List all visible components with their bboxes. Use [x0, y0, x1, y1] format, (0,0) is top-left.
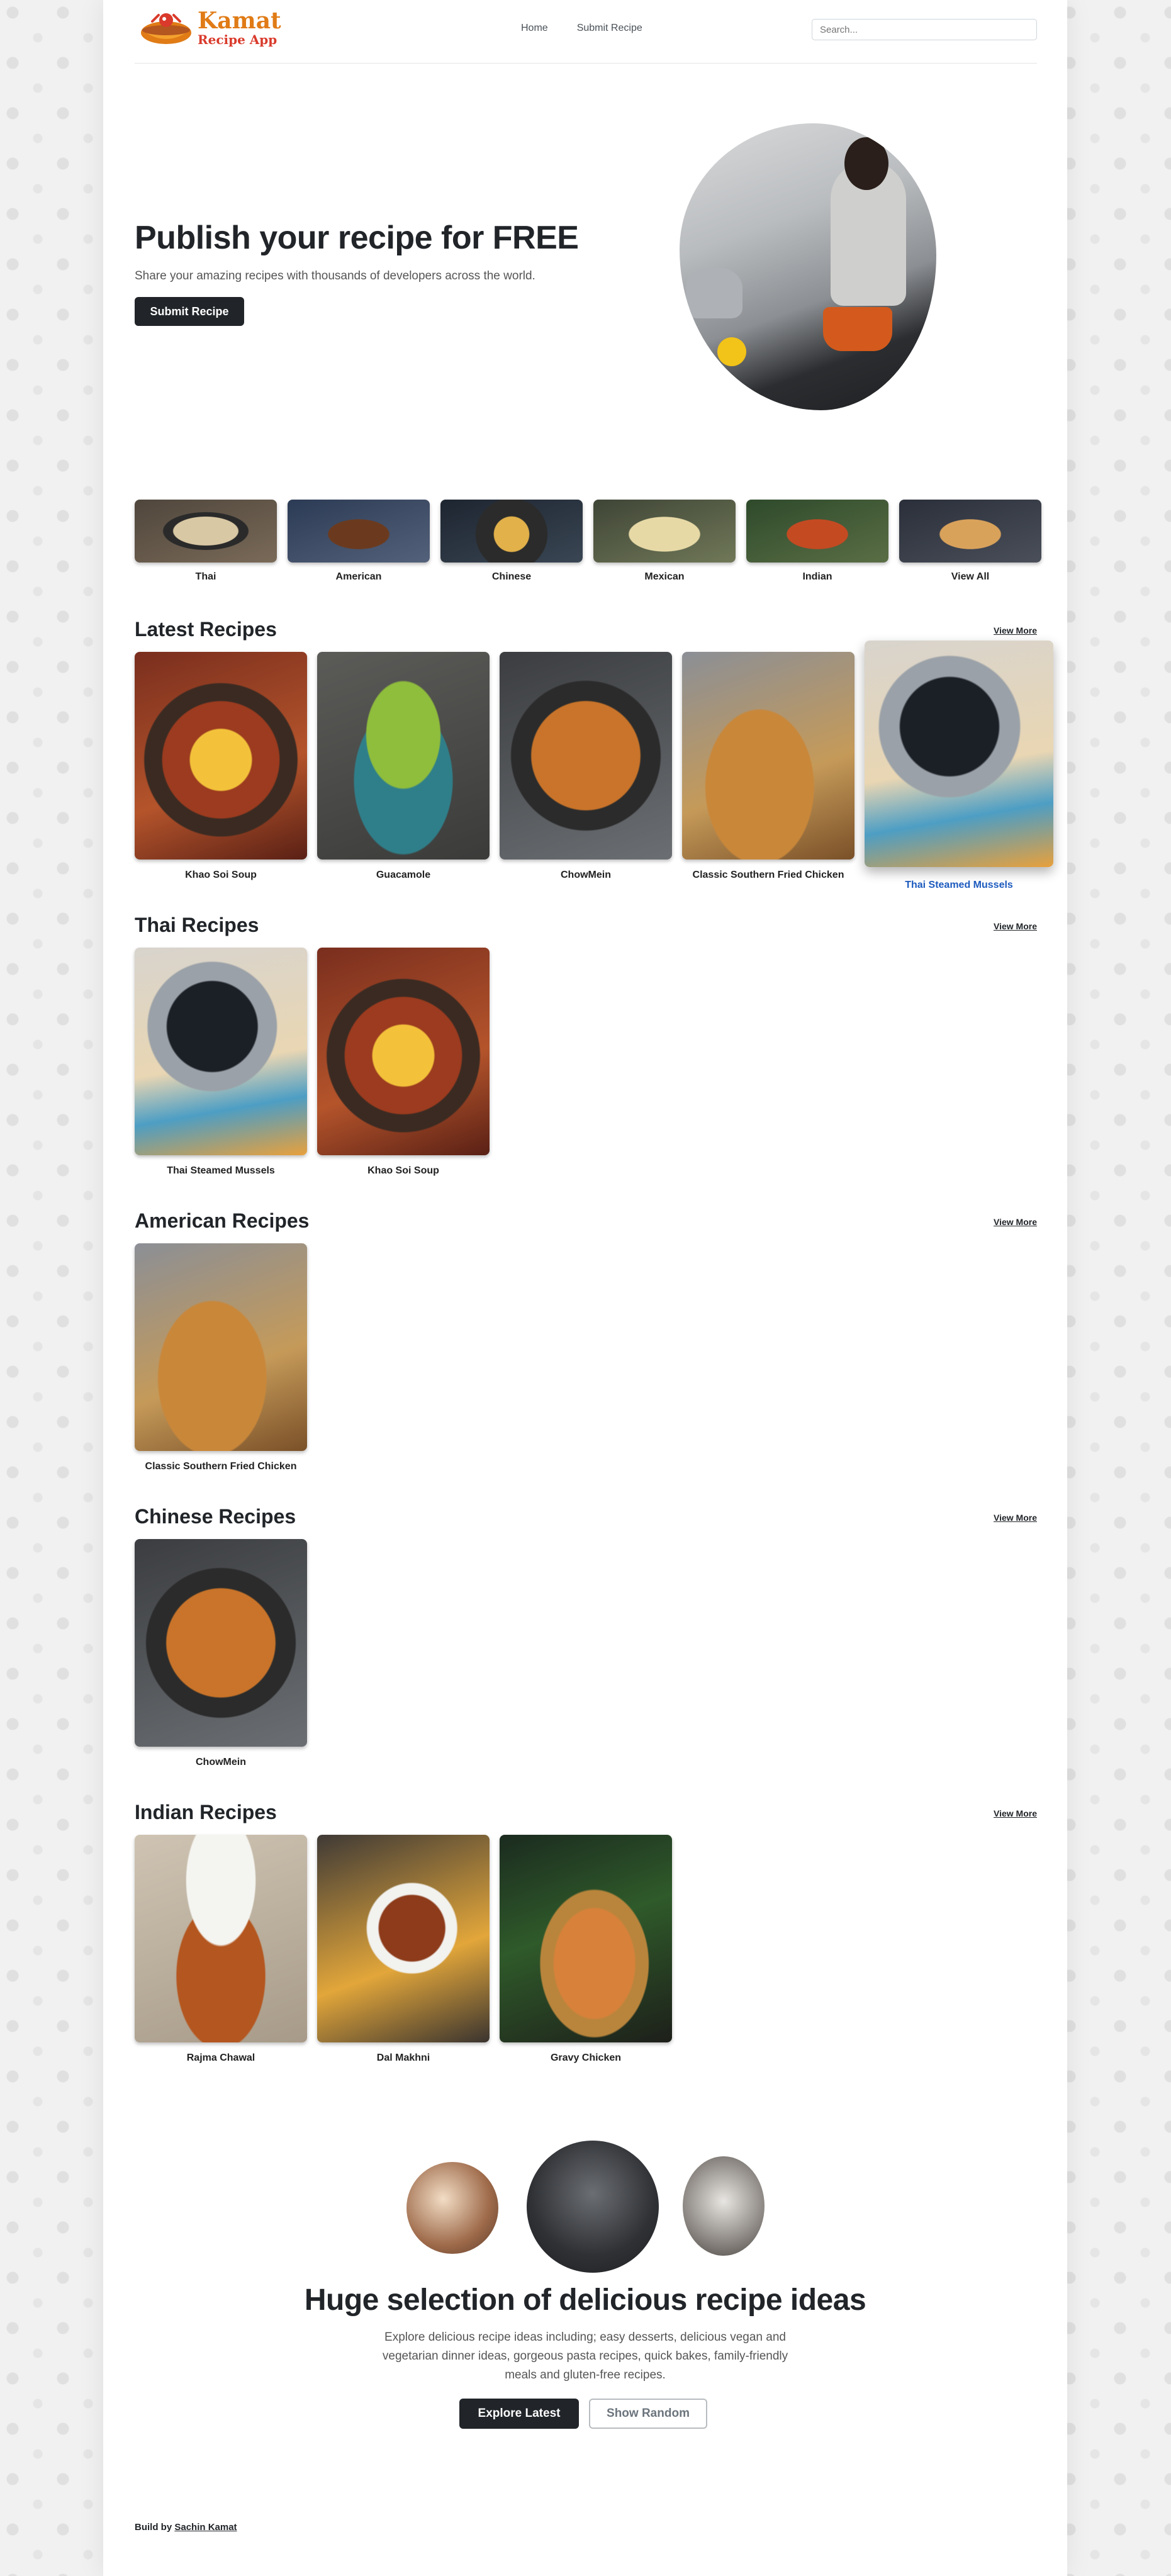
- author-link[interactable]: Sachin Kamat: [174, 2522, 237, 2533]
- recipe-image: [317, 1835, 490, 2042]
- recipe-title: Khao Soi Soup: [185, 870, 257, 880]
- view-more-chinese[interactable]: View More: [994, 1513, 1037, 1523]
- recipe-card[interactable]: Khao Soi Soup: [135, 652, 307, 891]
- promo-image-right: [683, 2156, 765, 2256]
- nav-submit-recipe[interactable]: Submit Recipe: [577, 23, 642, 34]
- recipe-title: ChowMein: [196, 1757, 246, 1767]
- recipe-title: Dal Makhni: [376, 2052, 430, 2063]
- explore-latest-button[interactable]: Explore Latest: [459, 2399, 579, 2429]
- recipe-title: Gravy Chicken: [550, 2052, 622, 2063]
- section-title-indian: Indian Recipes: [135, 1801, 277, 1823]
- site-header: Kamat Recipe App Home Submit Recipe: [135, 0, 1037, 64]
- category-thai[interactable]: Thai: [135, 500, 277, 583]
- show-random-button[interactable]: Show Random: [589, 2399, 707, 2429]
- recipe-title: Khao Soi Soup: [367, 1165, 439, 1176]
- category-american[interactable]: American: [288, 500, 430, 583]
- recipe-title: Thai Steamed Mussels: [167, 1165, 275, 1176]
- recipe-title: Classic Southern Fried Chicken: [145, 1461, 297, 1472]
- recipe-title: ChowMein: [561, 870, 611, 880]
- promo-image-left: [406, 2162, 498, 2254]
- submit-recipe-button[interactable]: Submit Recipe: [135, 297, 244, 326]
- category-label: American: [335, 571, 382, 582]
- promo-text: Explore delicious recipe ideas including…: [382, 2331, 788, 2382]
- recipe-image: [135, 1243, 307, 1451]
- recipe-card[interactable]: Khao Soi Soup: [317, 948, 490, 1177]
- recipe-image: [682, 652, 854, 860]
- view-more-thai[interactable]: View More: [994, 921, 1037, 931]
- latest-recipes-row: Khao Soi Soup Guacamole ChowMein Classic…: [135, 641, 1053, 891]
- recipe-card[interactable]: Classic Southern Fried Chicken: [682, 652, 854, 891]
- category-view-all[interactable]: View All: [899, 500, 1041, 583]
- hero-cooking-image: [680, 123, 936, 410]
- indian-recipes-row: Rajma Chawal Dal Makhni Gravy Chicken: [135, 1835, 672, 2064]
- recipe-card[interactable]: Gravy Chicken: [500, 1835, 672, 2064]
- recipe-card[interactable]: ChowMein: [500, 652, 672, 891]
- footer-prefix: Build by: [135, 2522, 172, 2533]
- logo-bowl-icon: [135, 8, 198, 49]
- logo-title: Kamat: [198, 8, 281, 34]
- section-title-latest: Latest Recipes: [135, 618, 277, 641]
- view-more-american[interactable]: View More: [994, 1217, 1037, 1227]
- category-label: Thai: [195, 571, 216, 582]
- recipe-image: [500, 652, 672, 860]
- footer: Build by Sachin Kamat: [135, 2522, 237, 2533]
- category-mexican[interactable]: Mexican: [593, 500, 736, 583]
- promo-title: Huge selection of delicious recipe ideas: [304, 2283, 866, 2317]
- hero-title: Publish your recipe for FREE: [135, 220, 579, 256]
- section-title-thai: Thai Recipes: [135, 914, 259, 936]
- category-chinese[interactable]: Chinese: [440, 500, 583, 583]
- recipe-card-hovered[interactable]: Thai Steamed Mussels: [865, 641, 1053, 891]
- recipe-title: Classic Southern Fried Chicken: [692, 870, 844, 880]
- recipe-card[interactable]: Classic Southern Fried Chicken: [135, 1243, 307, 1472]
- hero-subtitle: Share your amazing recipes with thousand…: [135, 269, 535, 283]
- category-image: [135, 500, 277, 563]
- recipe-image: [500, 1835, 672, 2042]
- category-label: Chinese: [491, 571, 532, 582]
- recipe-card[interactable]: Rajma Chawal: [135, 1835, 307, 2064]
- recipe-image: [135, 652, 307, 860]
- category-image: [593, 500, 736, 563]
- category-image: [288, 500, 430, 563]
- chinese-recipes-row: ChowMein: [135, 1539, 307, 1768]
- recipe-card[interactable]: Dal Makhni: [317, 1835, 490, 2064]
- category-label: Indian: [802, 571, 832, 582]
- recipe-image: [135, 1835, 307, 2042]
- american-recipes-row: Classic Southern Fried Chicken: [135, 1243, 307, 1472]
- search-input[interactable]: [812, 19, 1037, 40]
- category-list: Thai American Chinese Mexican Indian Vie…: [135, 500, 1041, 583]
- recipe-card[interactable]: ChowMein: [135, 1539, 307, 1768]
- category-image: [899, 500, 1041, 563]
- recipe-card[interactable]: Thai Steamed Mussels: [135, 948, 307, 1177]
- recipe-title: Guacamole: [376, 870, 431, 880]
- promo-buttons: Explore Latest Show Random: [459, 2399, 707, 2429]
- promo-image-center: [527, 2141, 659, 2273]
- recipe-image: [135, 948, 307, 1155]
- category-image: [746, 500, 888, 563]
- view-more-latest[interactable]: View More: [994, 625, 1037, 636]
- thai-recipes-row: Thai Steamed Mussels Khao Soi Soup: [135, 948, 490, 1177]
- recipe-title: Thai Steamed Mussels: [905, 880, 1013, 890]
- recipe-image: [317, 948, 490, 1155]
- recipe-image: [865, 641, 1053, 867]
- main-nav: Home Submit Recipe: [521, 23, 642, 34]
- recipe-image: [317, 652, 490, 860]
- category-indian[interactable]: Indian: [746, 500, 888, 583]
- logo-link[interactable]: Kamat Recipe App: [135, 8, 281, 49]
- recipe-title: Rajma Chawal: [186, 2052, 255, 2063]
- section-title-chinese: Chinese Recipes: [135, 1505, 296, 1528]
- recipe-card[interactable]: Guacamole: [317, 652, 490, 891]
- view-more-indian[interactable]: View More: [994, 1808, 1037, 1818]
- category-image: [440, 500, 583, 563]
- category-label: View All: [951, 571, 990, 582]
- category-label: Mexican: [644, 571, 685, 582]
- page-container: Kamat Recipe App Home Submit Recipe Publ…: [103, 0, 1067, 2576]
- logo-subtitle: Recipe App: [198, 32, 277, 47]
- section-title-american: American Recipes: [135, 1209, 310, 1232]
- recipe-image: [135, 1539, 307, 1747]
- nav-home[interactable]: Home: [521, 23, 548, 34]
